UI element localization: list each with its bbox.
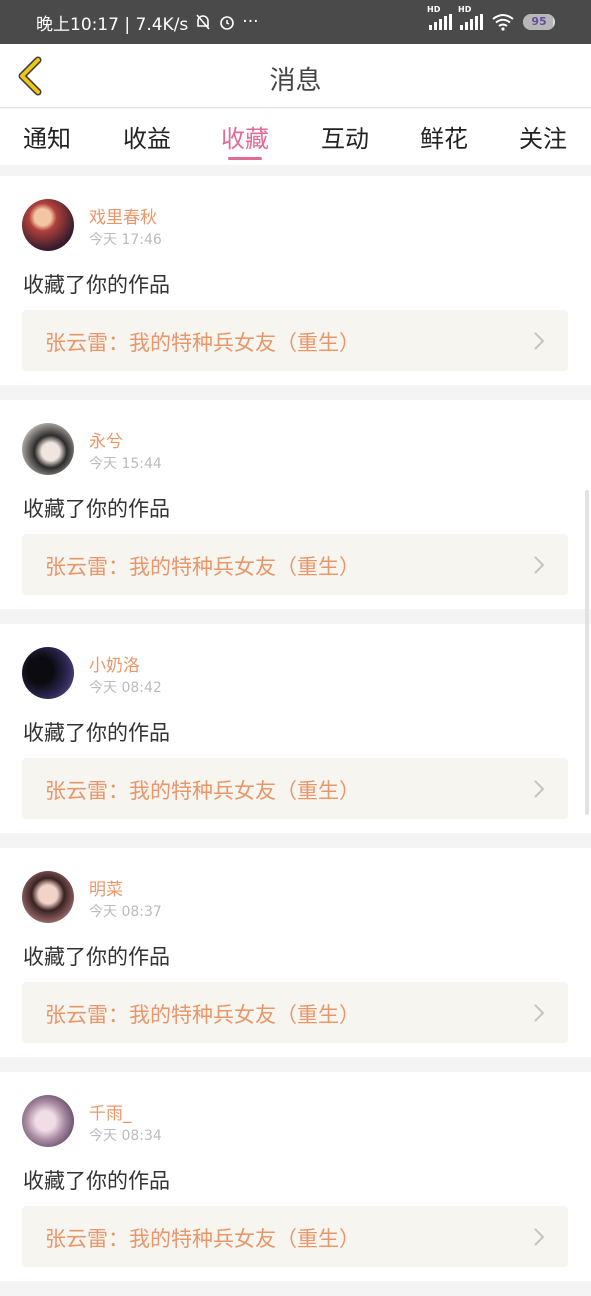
action-text: 收藏了你的作品 [23,945,170,969]
message-card: 永兮 今天 15:44 收藏了你的作品 张云雷：我的特种兵女友（重生） [0,400,591,609]
top-app-bar: 消息 [0,44,591,108]
username[interactable]: 小奶洛 [89,651,140,676]
work-link[interactable]: 张云雷：我的特种兵女友（重生） [22,982,568,1043]
work-title: 张云雷：我的特种兵女友（重生） [45,331,360,355]
timestamp: 今天 17:46 [89,232,162,248]
tab-bar: 通知 收益 收藏 互动 鲜花 关注 [0,109,591,165]
active-tab-indicator [228,157,262,160]
signal-icon-sim2: HD [458,5,483,30]
message-card: 戏里春秋 今天 17:46 收藏了你的作品 张云雷：我的特种兵女友（重生） [0,176,591,385]
tab-favorites[interactable]: 收藏 [221,119,269,154]
timestamp: 今天 08:34 [89,1128,162,1144]
status-bar: 晚上10:17 | 7.4K/s ··· HD HD 95 [0,0,591,44]
tab-earnings[interactable]: 收益 [123,119,171,154]
signal-icon-sim1: HD [427,5,452,30]
page-title: 消息 [269,66,322,96]
work-link[interactable]: 张云雷：我的特种兵女友（重生） [22,758,568,819]
action-text: 收藏了你的作品 [23,497,170,521]
chevron-right-icon [534,332,545,350]
work-title: 张云雷：我的特种兵女友（重生） [45,779,360,803]
action-text: 收藏了你的作品 [23,721,170,745]
battery-icon: 95 [523,14,555,30]
work-link[interactable]: 张云雷：我的特种兵女友（重生） [22,310,568,371]
message-list: 戏里春秋 今天 17:46 收藏了你的作品 张云雷：我的特种兵女友（重生） 永兮… [0,176,591,1296]
tab-flowers[interactable]: 鲜花 [420,119,468,154]
chevron-right-icon [534,556,545,574]
avatar[interactable] [22,199,74,251]
username[interactable]: 千雨_ [89,1099,132,1124]
message-card: 千雨_ 今天 08:34 收藏了你的作品 张云雷：我的特种兵女友（重生） [0,1072,591,1281]
username[interactable]: 明菜 [89,875,123,900]
work-link[interactable]: 张云雷：我的特种兵女友（重生） [22,534,568,595]
work-title: 张云雷：我的特种兵女友（重生） [45,555,360,579]
tab-notifications[interactable]: 通知 [23,119,71,154]
chevron-right-icon [534,1004,545,1022]
work-title: 张云雷：我的特种兵女友（重生） [45,1003,360,1027]
username[interactable]: 永兮 [89,427,123,452]
timestamp: 今天 08:42 [89,680,162,696]
work-title: 张云雷：我的特种兵女友（重生） [45,1227,360,1251]
avatar[interactable] [22,1095,74,1147]
timestamp: 今天 15:44 [89,456,162,472]
wifi-icon [492,14,514,31]
chevron-right-icon [534,1228,545,1246]
avatar[interactable] [22,423,74,475]
avatar[interactable] [22,647,74,699]
message-card: 明菜 今天 08:37 收藏了你的作品 张云雷：我的特种兵女友（重生） [0,848,591,1057]
scrollbar[interactable] [585,490,589,815]
tab-interactions[interactable]: 互动 [321,119,369,154]
status-time: 晚上10:17 | 7.4K/s [36,14,189,35]
username[interactable]: 戏里春秋 [89,203,157,228]
status-right: HD HD 95 [427,5,555,31]
avatar[interactable] [22,871,74,923]
status-left: 晚上10:17 | 7.4K/s ··· [36,10,429,35]
tab-follows[interactable]: 关注 [519,119,567,154]
message-card: 小奶洛 今天 08:42 收藏了你的作品 张云雷：我的特种兵女友（重生） [0,624,591,833]
action-text: 收藏了你的作品 [23,273,170,297]
timestamp: 今天 08:37 [89,904,162,920]
more-dots: ··· [242,12,259,32]
work-link[interactable]: 张云雷：我的特种兵女友（重生） [22,1206,568,1267]
mute-bell-icon [196,14,210,30]
alarm-icon [220,16,235,30]
chevron-right-icon [534,780,545,798]
action-text: 收藏了你的作品 [23,1169,170,1193]
